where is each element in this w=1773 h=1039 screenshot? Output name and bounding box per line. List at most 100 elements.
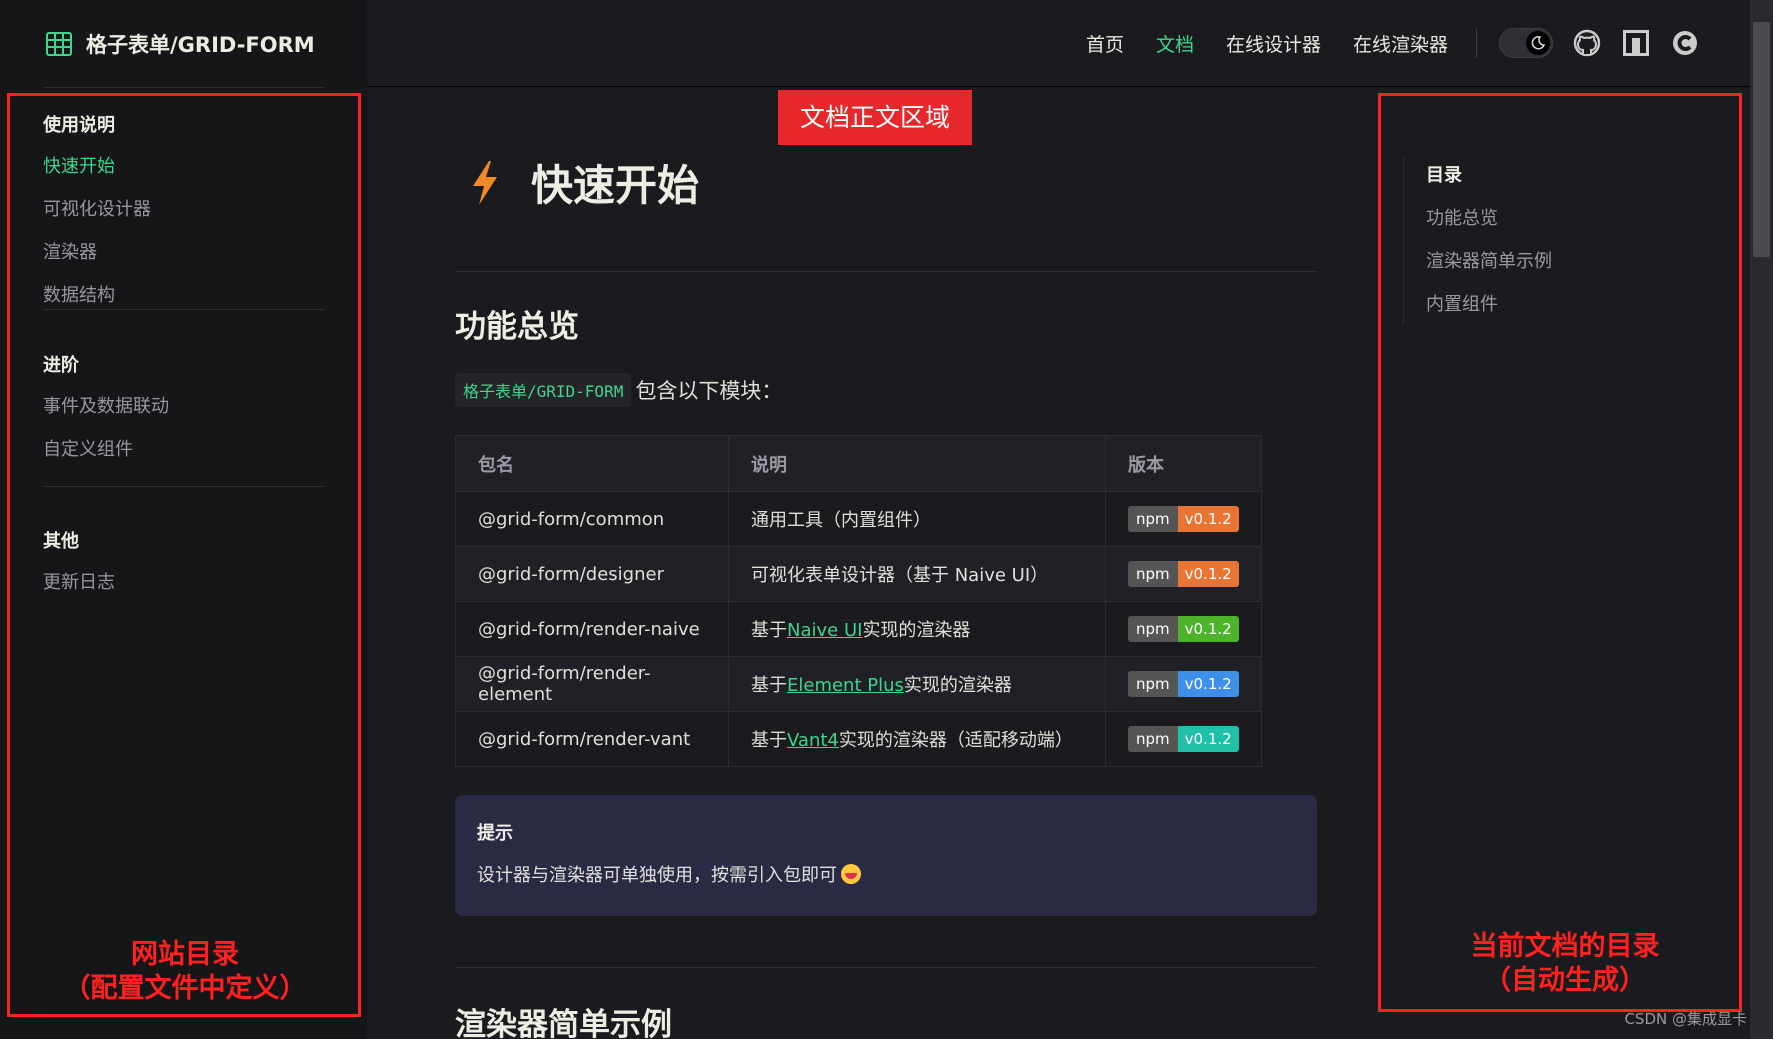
divider [455,967,1317,968]
annotation-box-page-outline [1378,93,1742,1012]
version-cell: npm v0.1.2 [1105,711,1262,767]
npm-version-badge[interactable]: npm v0.1.2 [1128,506,1239,532]
version-cell: npm v0.1.2 [1105,656,1262,712]
table-header: 版本 [1105,435,1262,492]
sidebar-group-advanced: 进阶 事件及数据联动 自定义组件 [43,347,325,471]
npm-version-badge[interactable]: npm v0.1.2 [1128,561,1239,587]
top-navbar: 格子表单/GRID-FORM 首页 文档 在线设计器 在线渲染器 [0,0,1750,87]
package-desc: 基于Naive UI实现的渲染器 [728,601,1106,657]
badge-label: npm [1128,506,1178,532]
desc-text: 基于 [751,675,787,696]
badge-label: npm [1128,671,1178,697]
desc-text: 基于 [751,730,787,751]
brand-title: 格子表单/GRID-FORM [86,32,315,57]
annotation-label-page-outline: 当前文档的目录 （自动生成） [1400,930,1730,998]
watermark: CSDN @集成显卡 [1624,1010,1747,1028]
table-header-row: 包名 说明 版本 [455,435,1262,492]
sidebar-group-title: 进阶 [43,355,79,376]
table-row: @grid-form/common 通用工具（内置组件） npm v0.1.2 [455,491,1262,547]
section-heading-renderer-example: 渲染器简单示例 [455,1007,672,1039]
csdn-c-icon[interactable] [1670,28,1700,58]
desc-text: 实现的渲染器（适配移动端） [838,730,1073,751]
package-name: @grid-form/common [455,491,729,547]
annotation-line: （自动生成） [1484,965,1646,996]
nav-link-renderer[interactable]: 在线渲染器 [1353,30,1448,57]
sidebar-divider [43,486,325,487]
outline-item-builtin-components[interactable]: 内置组件 [1426,290,1498,316]
badge-version: v0.1.2 [1177,561,1239,587]
grinning-face-emoji-icon [841,864,861,884]
table-row: @grid-form/render-element 基于Element Plus实… [455,656,1262,712]
nav-link-designer[interactable]: 在线设计器 [1226,30,1321,57]
package-link[interactable]: Vant4 [787,730,839,751]
packages-table: 包名 说明 版本 @grid-form/common 通用工具（内置组件） npm v… [455,435,1262,767]
badge-version: v0.1.2 [1177,726,1239,752]
brand[interactable]: 格子表单/GRID-FORM [0,0,367,87]
page-title: 快速开始 [531,161,700,210]
nav-divider [1476,28,1477,58]
sidebar-item-custom-components[interactable]: 自定义组件 [43,428,325,471]
sidebar-item-renderer[interactable]: 渲染器 [43,231,325,274]
annotation-label-site-nav: 网站目录 （配置文件中定义） [20,938,350,1006]
csdn-square-icon[interactable] [1621,28,1651,58]
lightning-bolt-icon [473,160,497,205]
sidebar-item-events[interactable]: 事件及数据联动 [43,385,325,428]
sidebar-divider [43,309,325,310]
intro-text: 包含以下模块： [635,379,783,403]
desc-text: 基于 [751,620,787,641]
table-row: @grid-form/render-naive 基于Naive UI实现的渲染器 n… [455,601,1262,657]
sidebar-group-title: 其他 [43,531,79,552]
sidebar-divider [43,87,325,88]
page-title-row: 快速开始 [469,152,699,213]
outline-item-overview[interactable]: 功能总览 [1426,204,1498,230]
sidebar-group-other: 其他 更新日志 [43,523,325,604]
npm-version-badge[interactable]: npm v0.1.2 [1128,726,1239,752]
tip-text-content: 设计器与渲染器可单独使用，按需引入包即可 [477,865,837,886]
sidebar-item-designer[interactable]: 可视化设计器 [43,188,325,231]
divider [455,271,1317,272]
package-link[interactable]: Naive UI [787,620,862,641]
section-heading-overview: 功能总览 [455,309,579,345]
annotation-line: 当前文档的目录 [1470,931,1660,962]
badge-label: npm [1128,726,1178,752]
outline-item-renderer-example[interactable]: 渲染器简单示例 [1426,247,1552,273]
table-grid-icon [46,31,72,56]
annotation-content-tag: 文档正文区域 [778,90,972,145]
badge-label: npm [1128,561,1178,587]
badge-version: v0.1.2 [1177,506,1239,532]
scrollbar-thumb[interactable] [1753,22,1770,257]
badge-version: v0.1.2 [1177,671,1239,697]
outline-title: 目录 [1426,165,1462,186]
table-row: @grid-form/render-vant 基于Vant4实现的渲染器（适配移动… [455,711,1262,767]
badge-version: v0.1.2 [1177,616,1239,642]
desc-text: 实现的渲染器 [903,675,1012,696]
sidebar-item-data-structure[interactable]: 数据结构 [43,274,325,317]
github-icon[interactable] [1572,28,1602,58]
inline-code: 格子表单/GRID-FORM [455,373,632,407]
desc-text: 实现的渲染器 [862,620,971,641]
package-desc: 基于Element Plus实现的渲染器 [728,656,1106,712]
package-desc: 基于Vant4实现的渲染器（适配移动端） [728,711,1106,767]
package-link[interactable]: Element Plus [787,675,904,696]
scrollbar[interactable] [1750,0,1773,1039]
desc-text: 可视化表单设计器（基于 Naive UI） [751,565,1049,586]
sidebar-group-title: 使用说明 [43,115,115,136]
badge-label: npm [1128,616,1178,642]
version-cell: npm v0.1.2 [1105,601,1262,657]
nav-link-docs[interactable]: 文档 [1156,30,1194,57]
annotation-line: 网站目录 [131,939,239,970]
outline-marker [1403,157,1404,325]
package-name: @grid-form/render-element [455,656,729,712]
npm-version-badge[interactable]: npm v0.1.2 [1128,671,1239,697]
tip-title: 提示 [477,823,513,844]
nav-link-home[interactable]: 首页 [1086,30,1124,57]
theme-toggle[interactable] [1499,28,1553,58]
npm-version-badge[interactable]: npm v0.1.2 [1128,616,1239,642]
table-header: 包名 [455,435,729,492]
package-name: @grid-form/render-vant [455,711,729,767]
version-cell: npm v0.1.2 [1105,491,1262,547]
package-desc: 通用工具（内置组件） [728,491,1106,547]
sidebar-item-changelog[interactable]: 更新日志 [43,561,325,604]
version-cell: npm v0.1.2 [1105,546,1262,602]
sidebar-item-quick-start[interactable]: 快速开始 [43,145,325,188]
